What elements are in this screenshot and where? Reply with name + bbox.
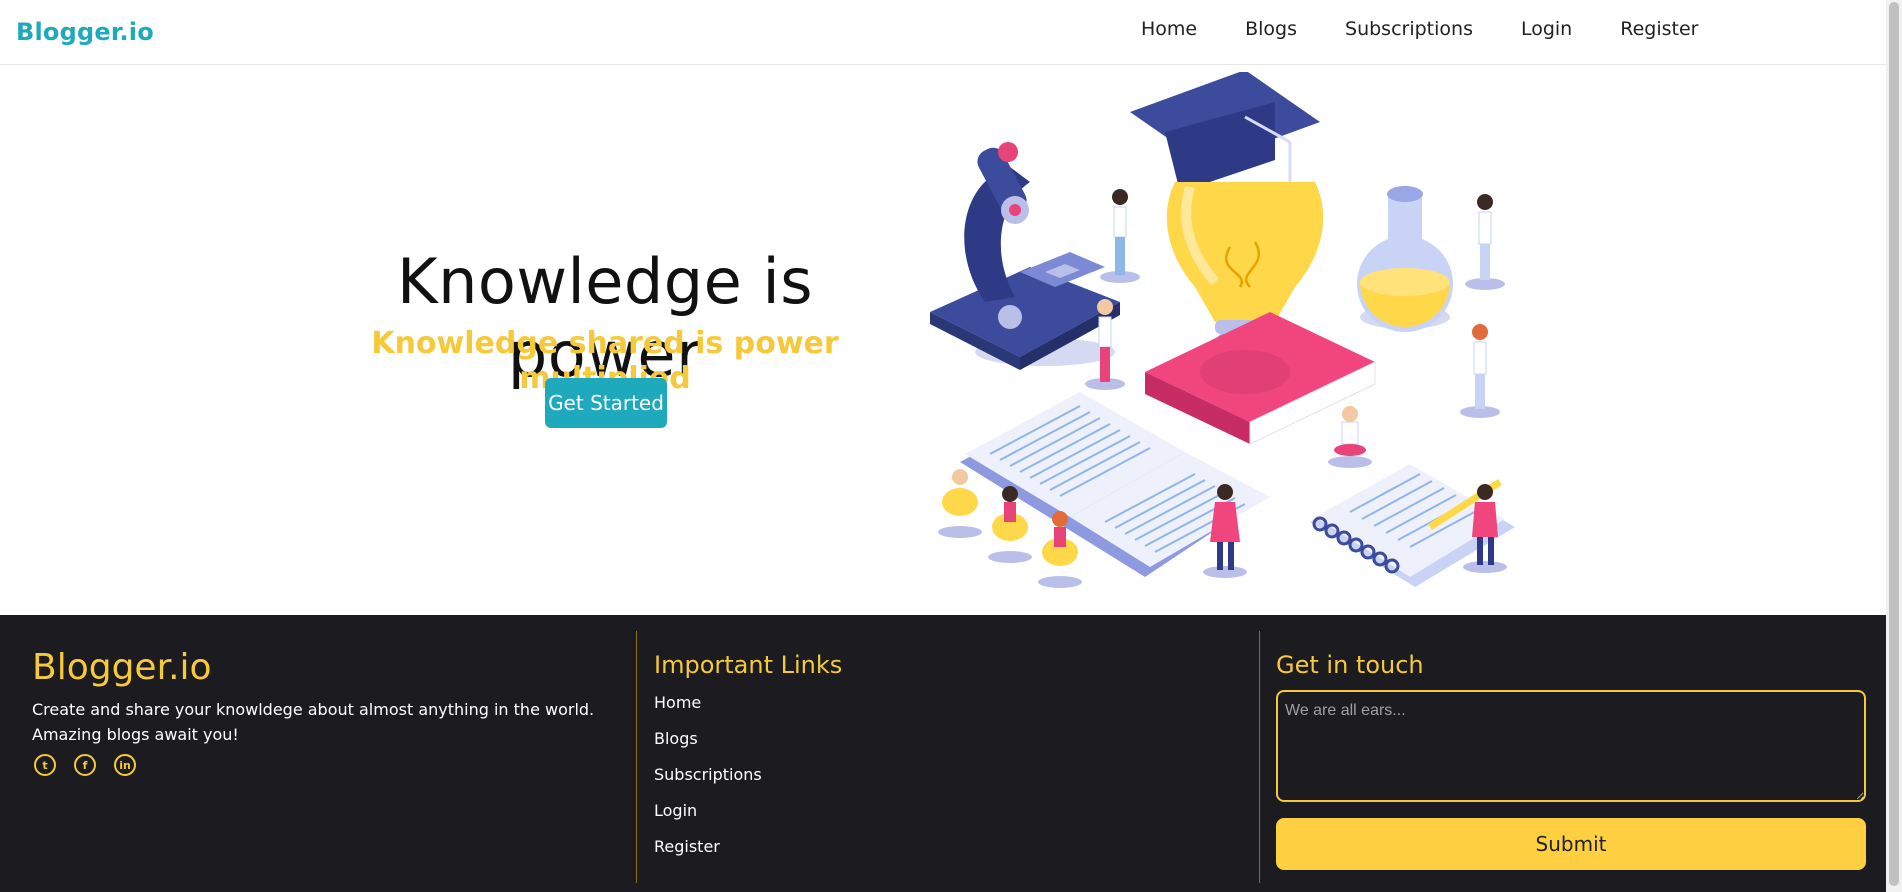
nav-link-login[interactable]: Login — [1521, 18, 1572, 40]
nav-link-register[interactable]: Register — [1620, 18, 1698, 40]
footer-link-login[interactable]: Login — [654, 801, 762, 837]
footer-divider — [636, 631, 637, 883]
footer-brand: Blogger.io — [32, 647, 212, 688]
get-started-button[interactable]: Get Started — [545, 378, 667, 428]
nav-link-home[interactable]: Home — [1141, 18, 1197, 40]
vertical-scrollbar[interactable] — [1886, 0, 1902, 892]
facebook-icon[interactable]: f — [74, 754, 96, 776]
linkedin-icon[interactable]: in — [114, 754, 136, 776]
nav-link-blogs[interactable]: Blogs — [1245, 18, 1297, 40]
footer-divider — [1259, 631, 1260, 883]
footer-link-register[interactable]: Register — [654, 837, 762, 873]
footer-link-subscriptions[interactable]: Subscriptions — [654, 765, 762, 801]
get-in-touch-heading: Get in touch — [1276, 651, 1424, 679]
nav-link-subscriptions[interactable]: Subscriptions — [1345, 18, 1473, 40]
footer-links: Home Blogs Subscriptions Login Register — [654, 693, 762, 873]
navbar: Blogger.io Home Blogs Subscriptions Logi… — [0, 0, 1886, 65]
nav-links: Home Blogs Subscriptions Login Register — [1141, 18, 1698, 40]
footer-link-home[interactable]: Home — [654, 693, 762, 729]
brand-logo[interactable]: Blogger.io — [16, 18, 154, 46]
submit-button[interactable]: Submit — [1276, 818, 1866, 870]
social-links: t f in — [34, 754, 136, 776]
footer-description: Create and share your knowldege about al… — [32, 700, 595, 744]
scrollbar-thumb[interactable] — [1889, 2, 1899, 886]
education-illustration — [930, 72, 1515, 588]
footer-link-blogs[interactable]: Blogs — [654, 729, 762, 765]
message-textarea[interactable] — [1276, 690, 1866, 802]
twitter-icon[interactable]: t — [34, 754, 56, 776]
important-links-heading: Important Links — [654, 651, 843, 679]
